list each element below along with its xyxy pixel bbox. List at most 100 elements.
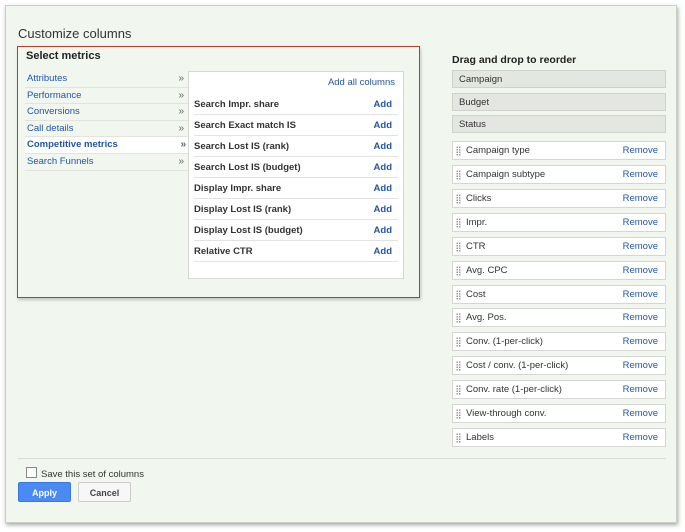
select-metrics-heading: Select metrics [26,50,101,62]
category-attributes[interactable]: Attributes » [25,71,190,88]
drag-handle-icon[interactable] [456,433,461,443]
column-label: Avg. CPC [466,265,508,276]
metric-label: Search Lost IS (rank) [194,141,290,152]
customize-columns-dialog: Customize columns Select metrics Attribu… [5,5,677,523]
metric-row: Display Lost IS (budget) Add [194,220,398,241]
add-link[interactable]: Add [374,241,392,262]
reorder-heading: Drag and drop to reorder [452,54,577,66]
metric-label: Relative CTR [194,246,253,257]
metric-label: Display Lost IS (budget) [194,225,303,236]
category-conversions[interactable]: Conversions » [25,104,190,121]
fixed-column-item: Budget [452,93,666,111]
drag-handle-icon[interactable] [456,385,461,395]
category-label: Attributes [27,73,68,84]
drag-handle-icon[interactable] [456,266,461,276]
category-performance[interactable]: Performance » [25,88,190,105]
metric-label: Display Lost IS (rank) [194,204,292,215]
remove-link[interactable]: Remove [623,405,658,423]
remove-link[interactable]: Remove [623,381,658,399]
remove-link[interactable]: Remove [623,238,658,256]
add-link[interactable]: Add [374,220,392,241]
add-link[interactable]: Add [374,136,392,157]
remove-link[interactable]: Remove [623,166,658,184]
column-item[interactable]: Conv. (1-per-click) Remove [452,332,666,351]
metric-category-list: Attributes » Performance » Conversions » Ca… [25,71,192,171]
category-call-details[interactable]: Call details » [25,121,190,138]
drag-handle-icon[interactable] [456,409,461,419]
category-label: Performance [27,89,82,101]
column-label: View-through conv. [466,408,547,419]
apply-button[interactable]: Apply [18,482,71,502]
column-item[interactable]: Cost Remove [452,285,666,304]
remove-link[interactable]: Remove [623,214,658,232]
category-label: Competitive metrics [27,139,118,151]
add-link[interactable]: Add [374,199,392,220]
column-item[interactable]: View-through conv. Remove [452,404,666,423]
drag-handle-icon[interactable] [456,218,461,228]
metric-row: Search Exact match IS Add [194,115,398,136]
metric-row: Search Impr. share Add [194,94,398,115]
metric-label: Search Impr. share [194,99,280,110]
remove-link[interactable]: Remove [623,262,658,280]
column-item[interactable]: Clicks Remove [452,189,666,208]
fixed-column-item: Status [452,115,666,133]
drag-handle-icon[interactable] [456,361,461,371]
category-competitive-metrics[interactable]: Competitive metrics » [25,137,192,154]
remove-link[interactable]: Remove [623,309,658,327]
remove-link[interactable]: Remove [623,142,658,160]
column-label: Campaign subtype [466,169,546,180]
drag-handle-icon[interactable] [456,194,461,204]
save-columns-row[interactable]: Save this set of columns [26,467,144,480]
column-item[interactable]: Labels Remove [452,428,666,447]
drag-handle-icon[interactable] [456,242,461,252]
column-label: Labels [466,432,494,443]
remove-link[interactable]: Remove [623,333,658,351]
chevron-right-icon: » [178,73,184,84]
column-item[interactable]: Avg. CPC Remove [452,261,666,280]
remove-link[interactable]: Remove [623,190,658,208]
add-link[interactable]: Add [374,94,392,115]
add-link[interactable]: Add [374,157,392,178]
add-link[interactable]: Add [374,115,392,136]
drag-handle-icon[interactable] [456,313,461,323]
column-label: Cost / conv. (1-per-click) [466,360,569,371]
column-label: Cost [466,289,486,300]
chevron-right-icon: » [178,122,184,134]
column-item[interactable]: Conv. rate (1-per-click) Remove [452,380,666,399]
column-item[interactable]: CTR Remove [452,237,666,256]
chevron-right-icon: » [178,155,184,167]
footer-divider [18,458,666,459]
drag-handle-icon[interactable] [456,170,461,180]
column-label: Avg. Pos. [466,312,507,323]
chevron-right-icon: » [180,139,186,151]
add-link[interactable]: Add [374,178,392,199]
remove-link[interactable]: Remove [623,286,658,304]
cancel-button[interactable]: Cancel [78,482,131,502]
drag-handle-icon[interactable] [456,290,461,300]
add-all-columns-link[interactable]: Add all columns [328,77,395,88]
metric-row: Search Lost IS (budget) Add [194,157,398,178]
column-item[interactable]: Cost / conv. (1-per-click) Remove [452,356,666,375]
drag-handle-icon[interactable] [456,146,461,156]
column-item[interactable]: Campaign type Remove [452,141,666,160]
metric-row: Display Lost IS (rank) Add [194,199,398,220]
column-label: Impr. [466,217,488,228]
column-label: Campaign type [466,145,530,156]
dialog-title: Customize columns [18,26,132,41]
metric-label: Display Impr. share [194,183,282,194]
drag-handle-icon[interactable] [456,337,461,347]
fixed-column-item: Campaign [452,70,666,88]
column-label: Clicks [466,193,492,204]
category-label: Search Funnels [27,155,94,167]
remove-link[interactable]: Remove [623,357,658,375]
remove-link[interactable]: Remove [623,429,658,447]
column-item[interactable]: Campaign subtype Remove [452,165,666,184]
category-search-funnels[interactable]: Search Funnels » [25,154,190,171]
column-item[interactable]: Avg. Pos. Remove [452,308,666,327]
column-label: Conv. rate (1-per-click) [466,384,562,395]
chevron-right-icon: » [178,106,184,118]
column-label: CTR [466,241,486,252]
save-columns-checkbox[interactable] [26,467,37,478]
column-item[interactable]: Impr. Remove [452,213,666,232]
save-columns-label: Save this set of columns [41,469,144,480]
